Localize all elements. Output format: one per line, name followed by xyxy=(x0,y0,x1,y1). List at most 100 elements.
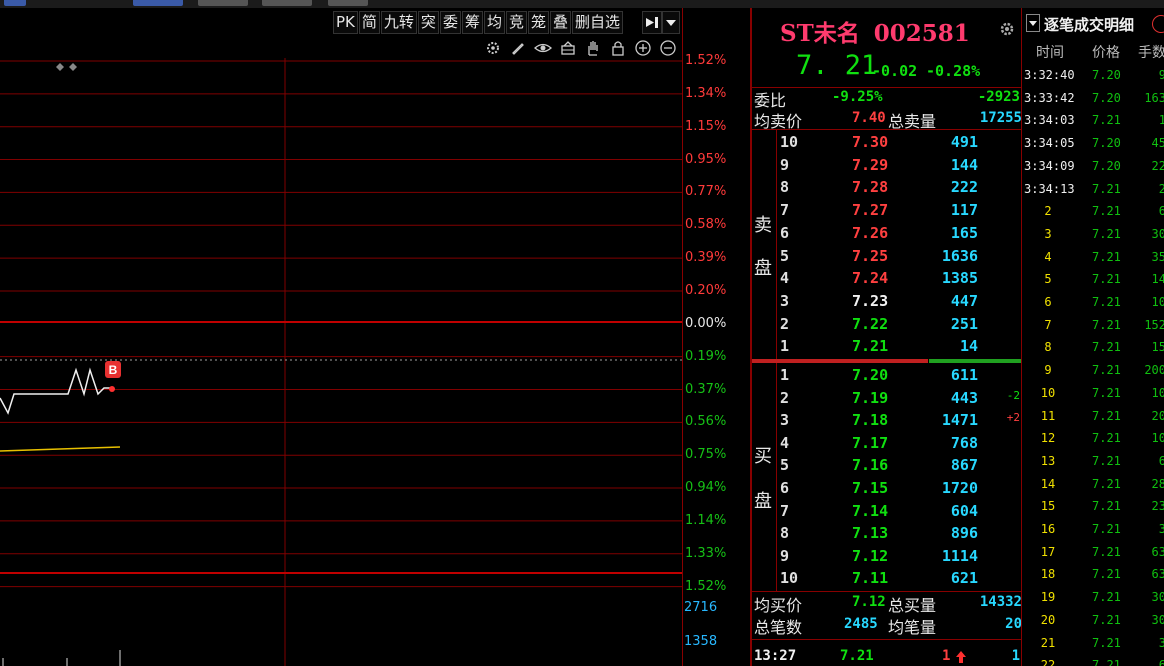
order-price: 7.27 xyxy=(852,201,889,220)
order-price: 7.29 xyxy=(852,155,889,174)
axis-pct-label: 0.56% xyxy=(685,414,727,430)
quote-settings-button[interactable] xyxy=(998,20,1016,38)
tick-time: 16 xyxy=(1040,522,1056,536)
tick-header: 手数 xyxy=(1138,45,1164,61)
tick-panel-dropdown[interactable] xyxy=(1026,14,1040,32)
axis-pct-label: 0.00% xyxy=(685,315,727,331)
order-price: 7.18 xyxy=(852,411,889,430)
toolbar-dropdown-button[interactable] xyxy=(662,11,680,34)
order-level: 1 xyxy=(780,337,790,356)
order-level: 8 xyxy=(780,178,790,197)
menu-tab[interactable] xyxy=(4,0,26,6)
axis-pct-label: 1.52% xyxy=(685,578,727,594)
order-level: 8 xyxy=(780,524,790,543)
last-trade-time: 13:27 xyxy=(754,648,797,664)
order-volume: 251 xyxy=(950,314,978,333)
intraday-chart[interactable]: B xyxy=(0,58,682,666)
gear-icon xyxy=(1000,22,1014,36)
tick-price: 7.21 xyxy=(1092,272,1121,287)
settings-icon[interactable] xyxy=(483,38,503,58)
toolbar-button[interactable]: PK xyxy=(333,11,358,34)
tick-vol: 30 xyxy=(1151,612,1164,627)
tick-time: 8 xyxy=(1044,340,1052,355)
tick-time: 6 xyxy=(1044,295,1052,309)
tick-panel-badge-icon[interactable] xyxy=(1152,15,1164,33)
tick-time: 10 xyxy=(1040,385,1056,400)
axis-pct-label: 1.15% xyxy=(685,118,727,134)
toolbar-button[interactable]: 筹 xyxy=(461,11,483,34)
tick-time: 14 xyxy=(1040,476,1056,491)
hand-icon[interactable] xyxy=(583,38,603,58)
axis-pct-label: 0.19% xyxy=(685,348,727,364)
arrow-up-icon xyxy=(956,651,966,663)
minus-circle-icon[interactable] xyxy=(658,38,678,58)
tick-time: 3:34:09 xyxy=(1024,158,1075,173)
tick-price: 7.21 xyxy=(1092,522,1121,536)
tick-price: 7.21 xyxy=(1092,385,1121,400)
basket-icon[interactable] xyxy=(558,38,578,58)
menu-tab[interactable] xyxy=(328,0,368,6)
order-volume: 1471 xyxy=(941,411,978,430)
weibi-pct: -9.25% xyxy=(832,89,883,105)
price-change-pct: -0.28% xyxy=(926,62,981,80)
tick-vol: 63 xyxy=(1151,544,1164,559)
price-line xyxy=(0,367,112,415)
tick-price: 7.21 xyxy=(1092,181,1121,196)
order-price: 7.14 xyxy=(852,501,889,520)
avg-buy-price: 7.12 xyxy=(852,594,886,610)
tick-time: 21 xyxy=(1040,635,1056,650)
tick-price: 7.21 xyxy=(1092,340,1121,355)
toolbar-button[interactable]: 委 xyxy=(439,11,461,34)
order-volume: 1385 xyxy=(941,269,978,288)
menu-tab[interactable] xyxy=(198,0,248,6)
tick-price: 7.21 xyxy=(1092,476,1121,491)
tick-time: 12 xyxy=(1040,431,1056,446)
toolbar-button[interactable]: 简 xyxy=(358,11,380,34)
tick-vol: 45 xyxy=(1151,136,1164,151)
tick-vol: 3 xyxy=(1158,522,1164,536)
order-volume: 1720 xyxy=(941,479,978,497)
tick-vol: 10 xyxy=(1151,295,1164,309)
order-volume: 896 xyxy=(950,524,978,543)
axis-pct-label: 1.33% xyxy=(685,545,727,561)
tick-panel-title: 逐笔成交明细 xyxy=(1044,16,1135,34)
total-buy: 14332 xyxy=(979,594,1022,610)
plus-circle-icon[interactable] xyxy=(633,38,653,58)
axis-pct-label: 0.58% xyxy=(685,217,727,233)
menu-tab[interactable] xyxy=(133,0,183,6)
toolbar-button[interactable]: 竞 xyxy=(505,11,527,34)
tick-time: 3:34:03 xyxy=(1024,113,1075,128)
toolbar-button[interactable]: 删自选 xyxy=(572,11,624,34)
order-price: 7.15 xyxy=(852,479,889,497)
toolbar-button[interactable]: 叠 xyxy=(550,11,572,34)
axis-pct-label: 1.52% xyxy=(685,53,727,68)
toolbar-button[interactable]: 均 xyxy=(483,11,505,34)
order-level: 6 xyxy=(780,223,790,242)
lock-icon[interactable] xyxy=(608,38,628,58)
tick-vol: 23 xyxy=(1151,499,1164,514)
collapse-right-button[interactable] xyxy=(642,11,662,34)
chevron-down-icon xyxy=(1029,21,1037,26)
order-price: 7.11 xyxy=(852,569,889,588)
buy-side-label: 买 xyxy=(754,446,772,467)
order-price: 7.17 xyxy=(852,433,889,452)
order-level: 1 xyxy=(780,366,790,384)
tick-time: 5 xyxy=(1044,272,1052,287)
toolbar-button[interactable]: 笼 xyxy=(528,11,550,34)
eye-icon[interactable] xyxy=(533,38,553,58)
order-level: 9 xyxy=(780,546,790,565)
menu-tab[interactable] xyxy=(262,0,312,6)
axis-pct-label: 0.20% xyxy=(685,282,727,298)
tick-price: 7.21 xyxy=(1092,408,1121,423)
tick-time: 22 xyxy=(1040,658,1056,666)
tick-price: 7.21 xyxy=(1092,363,1121,378)
toolbar-button[interactable]: 九转 xyxy=(380,11,417,34)
order-level: 4 xyxy=(780,269,790,288)
order-level: 6 xyxy=(780,479,790,497)
toolbar-button[interactable]: 突 xyxy=(417,11,439,34)
pen-icon[interactable] xyxy=(508,38,528,58)
stock-name: ST未名 xyxy=(780,20,860,47)
divider xyxy=(776,129,777,359)
axis-pct-label: 1.14% xyxy=(685,512,727,528)
tick-time: 3 xyxy=(1044,226,1052,241)
